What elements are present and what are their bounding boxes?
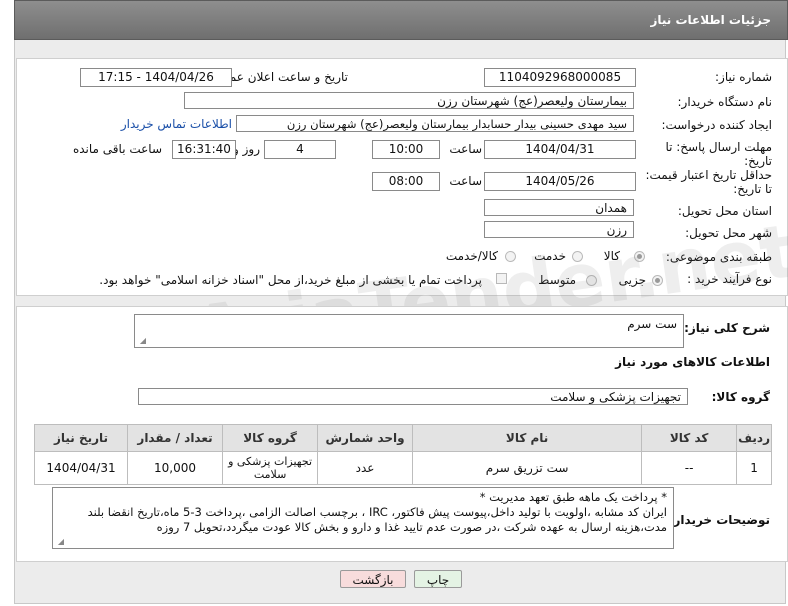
process-radio-minor[interactable] [652,275,663,286]
buyer-notes-label: توضیحات خریدار: [668,513,770,527]
cell-name: ست تزریق سرم [412,451,643,485]
group-field[interactable]: تجهیزات پزشکی و سلامت [138,388,688,405]
process-label: نوع فرآیند خرید : [687,272,772,286]
days-label: روز و [233,142,260,156]
resize-grip-icon: ◢ [139,336,146,345]
category-option-both: کالا/خدمت [445,249,498,263]
process-radio-medium[interactable] [586,275,597,286]
treasury-checkbox[interactable] [496,273,507,284]
creator-label: ایجاد کننده درخواست: [661,118,772,132]
back-button[interactable]: بازگشت [340,570,406,588]
col-row: ردیف [736,424,772,452]
buyer-org-label: نام دستگاه خریدار: [677,95,773,109]
reply-deadline-label-1: مهلت ارسال پاسخ: تا [665,140,772,154]
price-validity-label-1: حداقل تاریخ اعتبار قیمت: [645,168,772,182]
category-radio-both[interactable] [505,251,516,262]
category-radio-goods[interactable] [634,251,645,262]
buyer-org-field[interactable]: بیمارستان ولیعصر(عج) شهرستان رزن [184,92,634,109]
col-quantity: تعداد / مقدار [127,424,224,452]
reply-deadline-label-2: تاریخ: [744,154,772,168]
page-title: جزئیات اطلاعات نیاز [650,13,771,27]
cell-row: 1 [736,451,772,485]
group-label: گروه کالا: [711,390,770,404]
reply-time-label: ساعت [449,142,482,156]
payment-note: پرداخت تمام یا بخشی از مبلغ خرید،از محل … [99,273,482,287]
resize-grip-icon: ◢ [57,537,64,546]
buyer-notes-line-1: * پرداخت یک ماهه طبق تعهد مدیریت * [479,490,667,504]
buyer-notes-line-3: مدت،هزینه ارسال به عهده شرکت ،در صورت عد… [156,520,667,534]
need-number-field[interactable]: 1104092968000085 [484,68,636,87]
cell-unit: عدد [317,451,414,485]
col-name: نام کالا [412,424,643,452]
price-date-field[interactable]: 1404/05/26 [484,172,636,191]
city-field[interactable]: رزن [484,221,634,238]
category-option-goods: کالا [603,249,620,263]
col-group: گروه کالا [222,424,319,452]
city-label: شهر محل تحویل: [685,226,772,240]
col-unit: واحد شمارش [317,424,414,452]
province-label: استان محل تحویل: [677,204,772,218]
price-time-field[interactable]: 08:00 [372,172,440,191]
items-title: اطلاعات کالاهای مورد نیاز [615,355,770,369]
days-field[interactable]: 4 [264,140,336,159]
summary-value: ست سرم [627,317,677,331]
remaining-label: ساعت باقی مانده [72,142,162,156]
buyer-notes-textarea[interactable]: * پرداخت یک ماهه طبق تعهد مدیریت * ایران… [52,487,674,549]
col-code: کد کالا [641,424,738,452]
category-label: طبقه بندی موضوعی: [665,250,772,264]
cell-code: -- [641,451,738,485]
reply-date-field[interactable]: 1404/04/31 [484,140,636,159]
reply-time-field[interactable]: 10:00 [372,140,440,159]
table-row[interactable]: 1 -- ست تزریق سرم عدد تجهیزات پزشکی و سل… [33,451,772,485]
province-field[interactable]: همدان [484,199,634,216]
summary-label: شرح کلی نیاز: [684,321,770,335]
creator-field[interactable]: سید مهدی حسینی بیدار حسابدار بیمارستان و… [236,115,634,132]
price-validity-label-2: تا تاریخ: [733,182,772,196]
price-time-label: ساعت [449,174,482,188]
category-option-service: خدمت [534,249,566,263]
cell-group: تجهیزات پزشکی و سلامت [222,451,319,485]
cell-quantity: 10,000 [127,451,224,485]
print-button[interactable]: چاپ [414,570,462,588]
remaining-time-field[interactable]: 16:31:40 [172,140,236,159]
cell-date: 1404/04/31 [33,451,129,485]
table-header-row: ردیف کد کالا نام کالا واحد شمارش گروه کا… [33,424,772,452]
col-date: تاریخ نیاز [33,424,129,452]
summary-textarea[interactable]: ست سرم ◢ [134,314,684,348]
process-option-medium: متوسط [538,273,576,287]
buyer-contact-link[interactable]: اطلاعات تماس خریدار [121,117,232,131]
need-number-label: شماره نیاز: [715,70,772,84]
announce-field[interactable]: 1404/04/26 - 17:15 [80,68,232,87]
buyer-notes-line-2: ایران کد مشابه ،اولویت با تولید داخل،پیو… [87,505,667,519]
category-radio-service[interactable] [572,251,583,262]
items-table: ردیف کد کالا نام کالا واحد شمارش گروه کا… [33,424,772,485]
page-header: جزئیات اطلاعات نیاز [14,0,788,40]
process-option-minor: جزیی [618,273,646,287]
